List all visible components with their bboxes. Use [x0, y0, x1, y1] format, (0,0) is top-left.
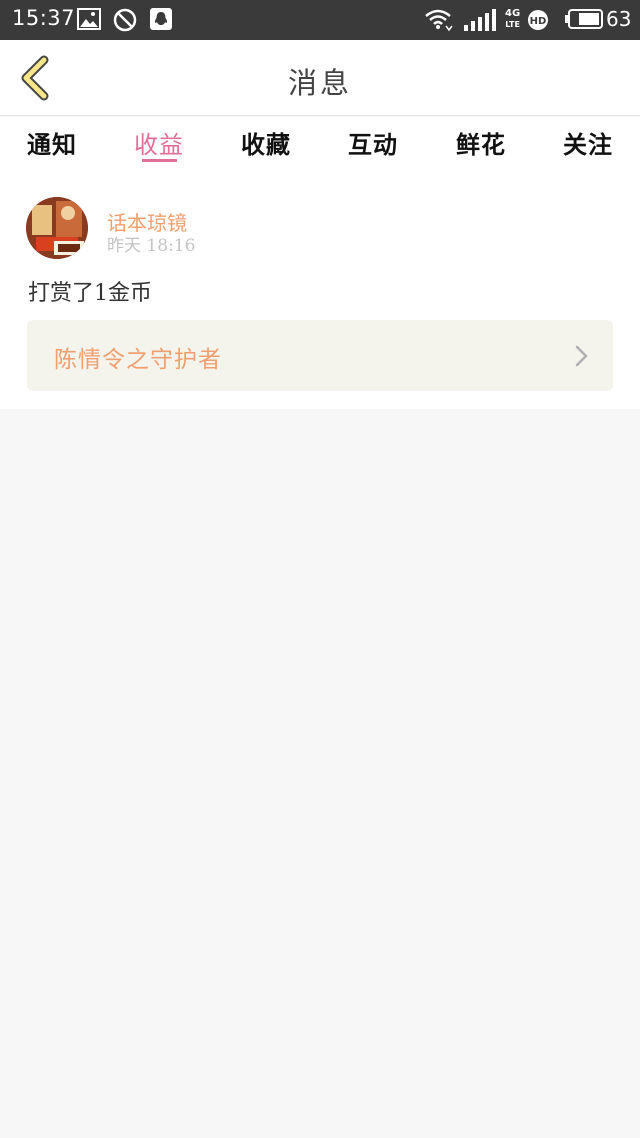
network-type: 4G LTE — [505, 8, 520, 30]
network-sub-label: LTE — [505, 20, 520, 29]
qq-icon — [150, 8, 172, 30]
tab-notifications[interactable]: 通知 — [12, 125, 92, 160]
block-icon — [113, 8, 137, 32]
chevron-right-icon — [575, 345, 588, 367]
status-bar: 15:37 4G LTE HD 63 — [0, 0, 640, 40]
message-item: 话本琼镜 昨天 18:16 打赏了1金币 陈情令之守护者 — [0, 173, 640, 409]
tab-following[interactable]: 关注 — [548, 125, 628, 160]
message-time: 昨天 18:16 — [107, 236, 196, 256]
battery-icon — [565, 9, 603, 29]
signal-icon — [464, 9, 496, 31]
tab-favorites[interactable]: 收藏 — [226, 125, 306, 160]
tab-bar: 通知 收益 收藏 互动 鲜花 关注 — [0, 117, 640, 173]
wifi-icon — [425, 9, 453, 32]
svg-text:HD: HD — [530, 16, 547, 27]
linked-work-title: 陈情令之守护者 — [54, 347, 222, 373]
tab-interactions[interactable]: 互动 — [333, 125, 413, 160]
hd-icon: HD — [528, 10, 548, 30]
tab-earnings[interactable]: 收益 — [119, 125, 199, 160]
linked-work-button[interactable]: 陈情令之守护者 — [27, 320, 613, 391]
status-time: 15:37 — [12, 6, 76, 30]
network-label: 4G — [505, 8, 521, 19]
active-tab-indicator — [142, 159, 177, 162]
battery-level: 63 — [606, 7, 632, 31]
page-title: 消息 — [287, 66, 352, 100]
gallery-icon — [77, 8, 101, 30]
message-text: 打赏了1金币 — [28, 281, 152, 306]
header: 消息 — [0, 40, 640, 116]
tab-flowers[interactable]: 鲜花 — [441, 125, 521, 160]
avatar[interactable] — [26, 197, 88, 259]
